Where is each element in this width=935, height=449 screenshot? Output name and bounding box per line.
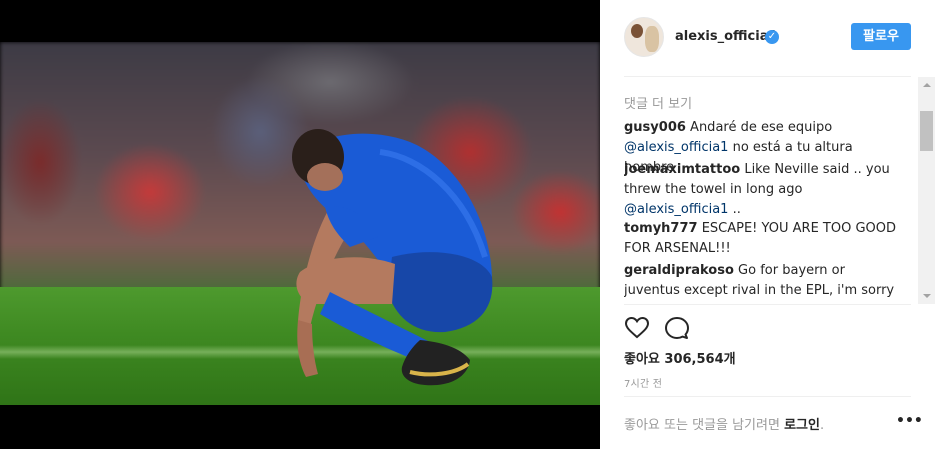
likes-count[interactable]: 좋아요 306,564개 (624, 348, 736, 367)
header-divider (624, 76, 911, 77)
post-photo[interactable] (0, 42, 600, 405)
comments-divider (624, 304, 911, 305)
login-prompt-suffix: . (819, 418, 825, 433)
comment-text: .. (728, 202, 741, 217)
username-link[interactable]: alexis_officia1 (675, 29, 778, 44)
verified-badge-icon: ✓ (765, 30, 779, 44)
comment-author[interactable]: gusy006 (624, 120, 686, 135)
comment-item: joemaximtattoo Like Neville said .. you … (624, 160, 899, 220)
login-link[interactable]: 로그인 (784, 418, 820, 433)
scroll-down-icon[interactable] (918, 287, 935, 304)
avatar[interactable] (624, 17, 664, 57)
login-prompt: 좋아요 또는 댓글을 남기려면 로그인. (624, 414, 824, 433)
post-header: alexis_officia1 ✓ 팔로우 (600, 0, 935, 77)
likes-value: 306,564개 (664, 352, 736, 367)
heart-icon[interactable] (624, 315, 650, 341)
photo-pane (0, 0, 600, 449)
follow-button[interactable]: 팔로우 (851, 23, 911, 50)
comment-mention[interactable]: @alexis_officia1 (624, 140, 728, 155)
footer-divider (624, 396, 911, 397)
login-prompt-text: 좋아요 또는 댓글을 남기려면 (624, 418, 780, 433)
comment-author[interactable]: joemaximtattoo (624, 162, 740, 177)
comment-item: geraldiprakoso Go for bayern or juventus… (624, 261, 899, 304)
post-timestamp[interactable]: 7시간 전 (624, 375, 662, 390)
comment-text: Andaré de ese equipo (685, 120, 833, 135)
load-more-comments-link[interactable]: 댓글 더 보기 (624, 93, 692, 112)
comments-scrollbar[interactable] (918, 77, 935, 304)
comment-author[interactable]: geraldiprakoso (624, 263, 734, 278)
comment-mention[interactable]: @alexis_officia1 (624, 202, 728, 217)
comments-list: 댓글 더 보기 gusy006 Andaré de ese equipo @al… (624, 86, 917, 304)
comment-icon[interactable] (664, 315, 690, 341)
post-sidebar: alexis_officia1 ✓ 팔로우 댓글 더 보기 gusy006 An… (600, 0, 935, 449)
player-illustration (292, 129, 493, 386)
comment-author[interactable]: tomyh777 (624, 221, 698, 236)
scrollbar-thumb[interactable] (920, 111, 933, 151)
more-options-icon[interactable]: ••• (896, 413, 923, 429)
comment-item: tomyh777 ESCAPE! YOU ARE TOO GOOD FOR AR… (624, 219, 899, 259)
likes-label: 좋아요 (624, 352, 660, 367)
scroll-up-icon[interactable] (918, 77, 935, 94)
